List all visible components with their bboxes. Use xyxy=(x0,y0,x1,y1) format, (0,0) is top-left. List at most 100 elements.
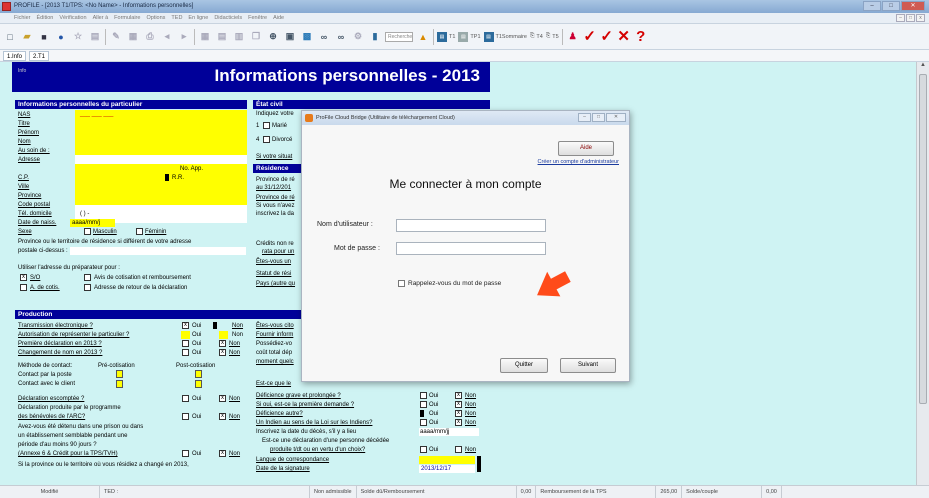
search-input[interactable]: Recherche xyxy=(385,31,413,42)
create-admin-link[interactable]: Créer un compte d'administrateur xyxy=(538,159,619,165)
deficience-autre-non-checkbox[interactable]: x xyxy=(455,410,462,417)
form-t5[interactable]: ⎘ T5 xyxy=(546,33,559,40)
password-input[interactable] xyxy=(396,242,546,255)
contact-client-post-checkbox[interactable] xyxy=(195,380,202,388)
binoculars-next-icon[interactable]: ∞ xyxy=(334,30,348,44)
chart-icon[interactable]: ▥ xyxy=(232,30,246,44)
dialog-maximize-button[interactable]: □ xyxy=(592,113,605,122)
scroll-up-icon[interactable]: ▲ xyxy=(917,62,929,72)
save-icon[interactable]: ■ xyxy=(37,30,51,44)
marie-checkbox[interactable] xyxy=(263,122,270,129)
menu-didacticiels[interactable]: Didacticiels xyxy=(214,13,242,23)
menu-fichier[interactable]: Fichier xyxy=(14,13,31,23)
maximize-button[interactable]: □ xyxy=(882,1,900,11)
clear-icon[interactable]: ✕ xyxy=(617,29,631,44)
dialog-minimize-button[interactable]: – xyxy=(578,113,591,122)
info-icon[interactable]: ● xyxy=(54,30,68,44)
aide-button[interactable]: Aide xyxy=(558,141,614,156)
scroll-thumb[interactable] xyxy=(919,74,927,404)
tools-icon[interactable]: ⚙ xyxy=(351,30,365,44)
contact-client-pre-checkbox[interactable] xyxy=(116,380,123,388)
decl-personne-non-checkbox[interactable] xyxy=(455,446,462,453)
annexe-non-checkbox[interactable]: x xyxy=(219,450,226,457)
province-residence-input[interactable] xyxy=(70,247,246,255)
menu-en-ligne[interactable]: En ligne xyxy=(188,13,208,23)
new-file-icon[interactable]: □ xyxy=(3,30,17,44)
form-t1sommaire[interactable]: ▤ T1Sommaire xyxy=(483,31,527,42)
preview-icon[interactable]: ▤ xyxy=(88,30,102,44)
form-t1[interactable]: ▤ T1 xyxy=(437,31,455,42)
close-button[interactable]: ✕ xyxy=(901,1,925,11)
benevoles-non-checkbox[interactable]: x xyxy=(219,413,226,420)
menu-edition[interactable]: Édition xyxy=(37,13,54,23)
tab-info[interactable]: 1.Info xyxy=(3,50,27,61)
transmission-oui-checkbox[interactable]: x xyxy=(182,322,189,329)
table-icon[interactable]: ▦ xyxy=(198,30,212,44)
back-icon[interactable]: ◂ xyxy=(160,30,174,44)
username-input[interactable] xyxy=(396,219,546,232)
si-oui-oui-checkbox[interactable] xyxy=(420,401,427,408)
help-icon[interactable]: ? xyxy=(634,29,648,44)
check-all-icon[interactable]: ✓ xyxy=(600,29,614,44)
date-signature-input[interactable]: 2013/12/17 xyxy=(421,465,451,473)
a-cotis-checkbox[interactable] xyxy=(20,284,27,291)
menu-fenetre[interactable]: Fenêtre xyxy=(248,13,267,23)
nas-input[interactable]: ___ ___ ___ xyxy=(80,110,113,118)
indien-oui-checkbox[interactable] xyxy=(420,419,427,426)
cloud-icon[interactable]: ▩ xyxy=(300,30,314,44)
divorce-checkbox[interactable] xyxy=(263,136,270,143)
premiere-non-checkbox[interactable]: x xyxy=(219,340,226,347)
feminin-checkbox[interactable] xyxy=(136,228,143,235)
tab-t1[interactable]: 2.T1 xyxy=(29,50,50,61)
bookmark-icon[interactable]: ▮ xyxy=(368,30,382,44)
star-icon[interactable]: ☆ xyxy=(71,30,85,44)
minimize-button[interactable]: – xyxy=(863,1,881,11)
copy-icon[interactable]: ❐ xyxy=(249,30,263,44)
calendar-icon[interactable]: ▣ xyxy=(283,30,297,44)
mdi-minimize-icon[interactable]: – xyxy=(896,14,905,22)
deces-input[interactable]: aaaa/mm/jj xyxy=(420,428,449,436)
open-folder-icon[interactable]: ▰ xyxy=(20,30,34,44)
zoom-icon[interactable]: ⊕ xyxy=(266,30,280,44)
deficience-oui-checkbox[interactable] xyxy=(420,392,427,399)
benevoles-oui-checkbox[interactable] xyxy=(182,413,189,420)
adr-retour-checkbox[interactable] xyxy=(84,284,91,291)
decl-escomptee-non-checkbox[interactable]: x xyxy=(219,395,226,402)
edit-icon[interactable]: ✎ xyxy=(109,30,123,44)
next-button[interactable]: Suivant xyxy=(560,358,616,373)
forward-icon[interactable]: ▸ xyxy=(177,30,191,44)
menu-verification[interactable]: Vérification xyxy=(59,13,86,23)
decl-escomptee-oui-checkbox[interactable] xyxy=(182,395,189,402)
langue-select[interactable] xyxy=(419,456,475,464)
date-naiss-input[interactable]: aaaa/mm/j xyxy=(72,219,100,227)
changement-oui-checkbox[interactable] xyxy=(182,349,189,356)
grid-icon[interactable]: ▦ xyxy=(126,30,140,44)
deficience-non-checkbox[interactable]: x xyxy=(455,392,462,399)
binoculars-icon[interactable]: ∞ xyxy=(317,30,331,44)
tel-input[interactable]: ( ) - xyxy=(80,210,89,218)
check-icon[interactable]: ✓ xyxy=(583,29,597,44)
mdi-restore-icon[interactable]: □ xyxy=(906,14,915,22)
form-t4[interactable]: ⎘ T4 xyxy=(530,33,543,40)
remember-password[interactable]: Rappelez-vous du mot de passe xyxy=(398,280,501,287)
indien-non-checkbox[interactable]: x xyxy=(455,419,462,426)
au-soin-input[interactable] xyxy=(75,155,247,164)
menu-ted[interactable]: TED xyxy=(171,13,182,23)
menu-aide[interactable]: Aide xyxy=(273,13,284,23)
form-tp1[interactable]: ▤ TP1 xyxy=(458,31,481,42)
decl-personne-oui-checkbox[interactable] xyxy=(420,446,427,453)
calc-icon[interactable]: ▤ xyxy=(215,30,229,44)
dialog-close-button[interactable]: ✕ xyxy=(606,113,626,122)
menu-options[interactable]: Options xyxy=(146,13,165,23)
contact-poste-post-checkbox[interactable] xyxy=(195,370,202,378)
users-icon[interactable]: ♟ xyxy=(566,30,580,44)
contact-poste-pre-checkbox[interactable] xyxy=(116,370,123,378)
premiere-oui-checkbox[interactable] xyxy=(182,340,189,347)
print-icon[interactable]: ⎙ xyxy=(143,30,157,44)
mdi-close-icon[interactable]: x xyxy=(916,14,925,22)
warning-icon[interactable]: ▲ xyxy=(416,30,430,44)
masculin-checkbox[interactable] xyxy=(84,228,91,235)
menu-aller-a[interactable]: Aller à xyxy=(93,13,109,23)
vertical-scrollbar[interactable]: ▲ xyxy=(916,62,929,485)
menu-formulaire[interactable]: Formulaire xyxy=(114,13,140,23)
